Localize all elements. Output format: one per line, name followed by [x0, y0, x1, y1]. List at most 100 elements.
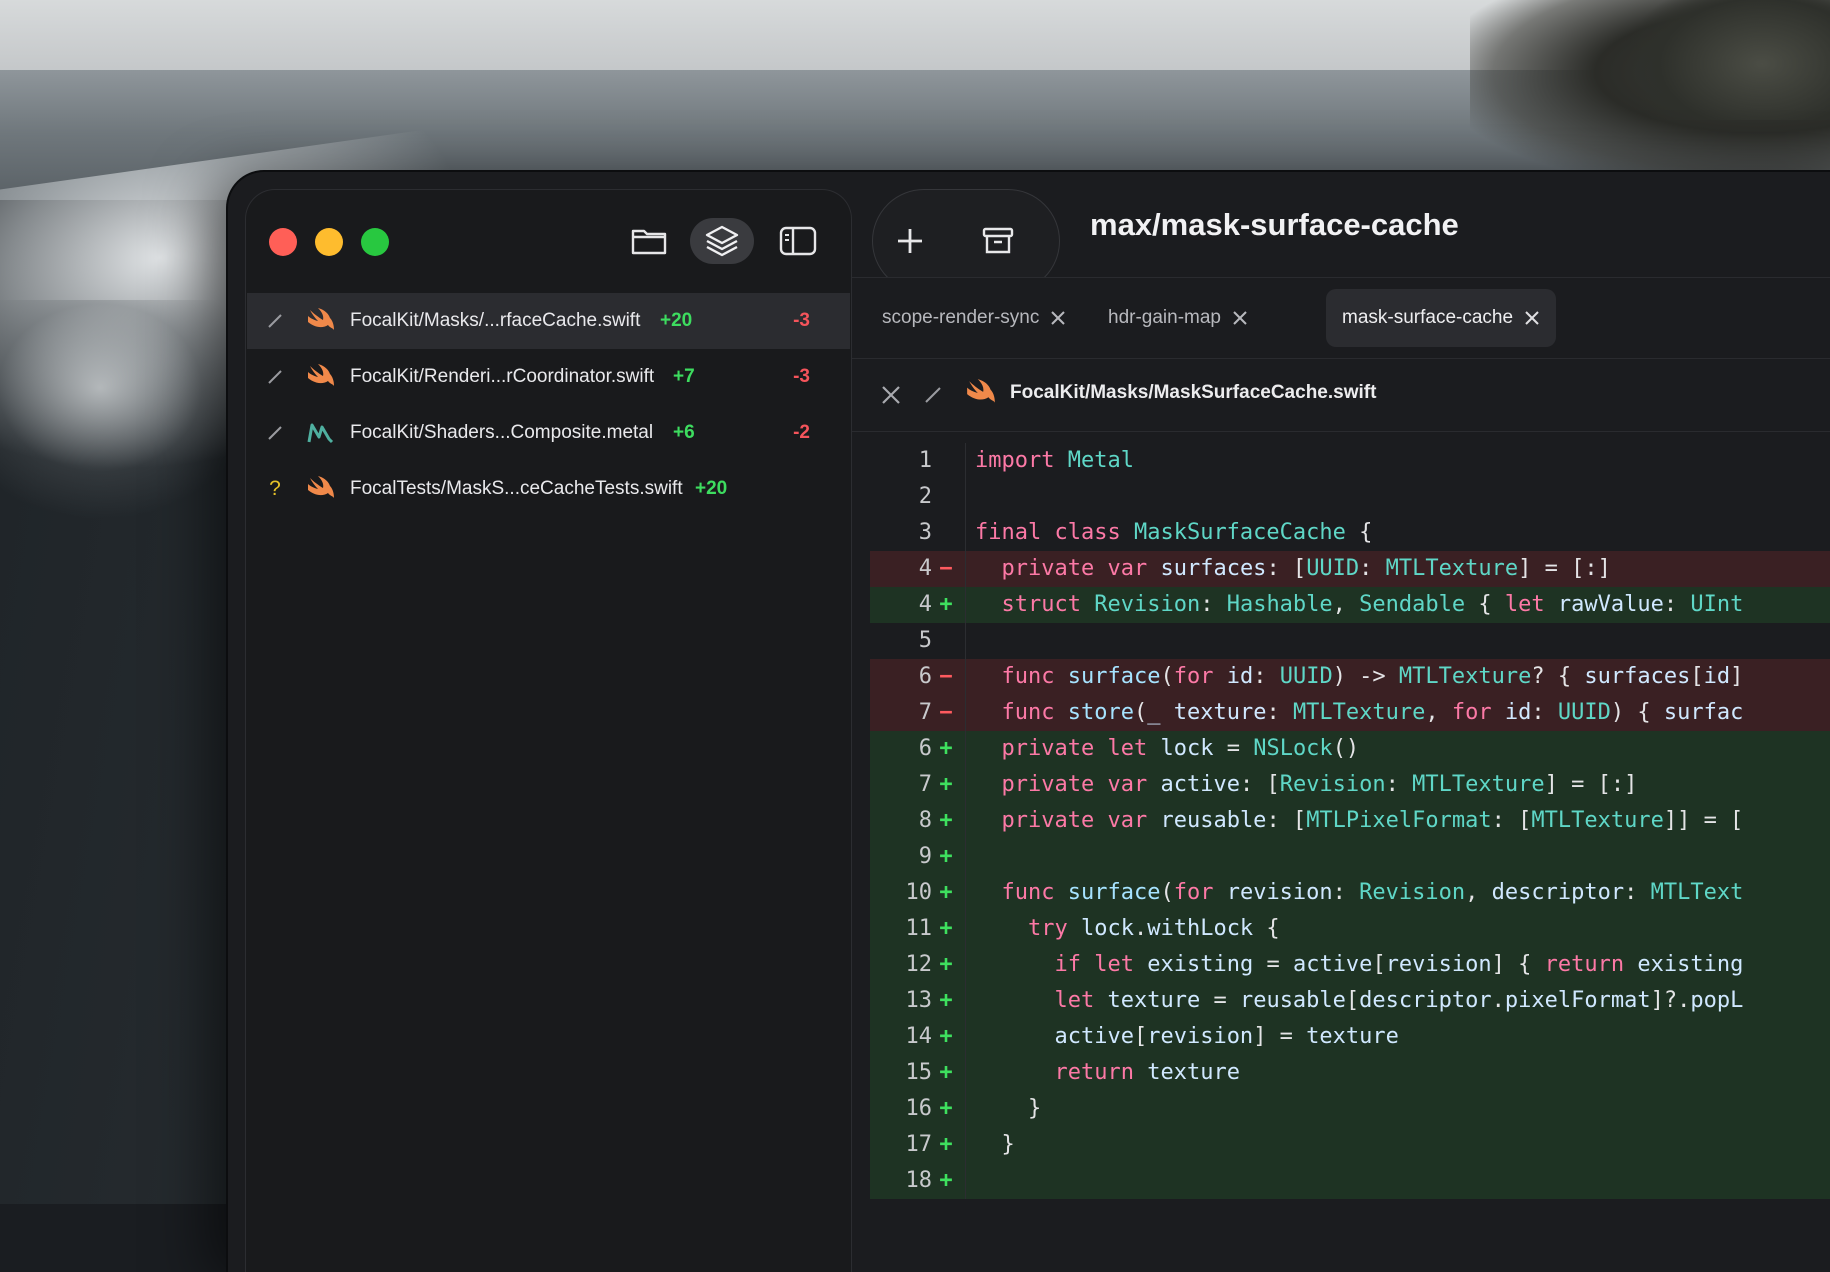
diff-line: 13 + let texture = reusable[descriptor.pi… — [870, 983, 1830, 1019]
code-text: if let existing = active[revision] { ret… — [1054, 952, 1744, 977]
gutter-divider — [965, 587, 966, 623]
swift-icon — [305, 363, 337, 391]
line-number: 13 — [905, 988, 933, 1013]
close-window-button[interactable] — [269, 228, 297, 256]
gutter-divider — [965, 911, 966, 947]
gutter-divider — [965, 1019, 966, 1055]
added-marker: + — [939, 1024, 953, 1049]
line-number: 10 — [905, 880, 933, 905]
file-row[interactable]: FocalKit/Shaders...Composite.metal +6 -2 — [247, 405, 850, 461]
gutter-divider — [965, 659, 966, 695]
diff-line: 14 + active[revision] = texture — [870, 1019, 1830, 1055]
diff-line: 8 + private var reusable: [MTLPixelFormat… — [870, 803, 1830, 839]
pencil-icon — [922, 384, 944, 406]
layers-icon[interactable] — [690, 218, 754, 264]
gutter-divider — [965, 767, 966, 803]
code-text: func surface(for revision: Revision, des… — [1001, 880, 1744, 905]
line-number: 6 — [918, 664, 932, 689]
line-number: 6 — [918, 736, 932, 761]
close-icon[interactable] — [1524, 310, 1540, 326]
lines-removed: -3 — [793, 366, 810, 387]
tab-label: hdr-gain-map — [1108, 307, 1221, 328]
pencil-icon — [265, 311, 285, 331]
gutter-divider — [965, 875, 966, 911]
wallpaper-surf-lower — [0, 300, 260, 520]
file-path: FocalKit/Masks/MaskSurfaceCache.swift — [1010, 382, 1377, 403]
line-number: 7 — [918, 700, 932, 725]
diff-line: 6 + private let lock = NSLock() — [870, 731, 1830, 767]
tab-mask-surface-cache[interactable]: mask-surface-cache — [1326, 289, 1557, 347]
gutter-divider — [965, 479, 966, 515]
swift-icon — [965, 379, 997, 409]
gutter-divider — [965, 1055, 966, 1091]
diff-line: 18 + — [870, 1163, 1830, 1199]
line-number: 15 — [905, 1060, 933, 1085]
changed-files-list: FocalKit/Masks/...rfaceCache.swift +20 -… — [247, 293, 850, 517]
added-marker: + — [939, 1168, 953, 1193]
folder-icon[interactable] — [624, 216, 674, 266]
gutter-divider — [965, 443, 966, 479]
diff-line: 10 + func surface(for revision: Revision,… — [870, 875, 1830, 911]
added-marker: + — [939, 1060, 953, 1085]
file-header: FocalKit/Masks/MaskSurfaceCache.swift — [852, 359, 1830, 432]
lines-added: +6 — [673, 422, 695, 443]
zoom-window-button[interactable] — [361, 228, 389, 256]
branch-title: max/mask-surface-cache — [1090, 207, 1459, 242]
file-name: FocalTests/MaskS...ceCacheTests.swift — [350, 478, 683, 499]
tab-label: scope-render-sync — [882, 307, 1040, 328]
app-window: FocalKit/Masks/...rfaceCache.swift +20 -… — [228, 172, 1830, 1272]
added-marker: + — [939, 592, 953, 617]
pencil-icon — [265, 367, 285, 387]
code-text: private var reusable: [MTLPixelFormat: [… — [1001, 808, 1744, 833]
code-text: return texture — [1054, 1060, 1240, 1085]
removed-marker: − — [939, 556, 953, 581]
added-marker: + — [939, 916, 953, 941]
diff-line: 17 + } — [870, 1127, 1830, 1163]
diff-code-view[interactable]: 1 import Metal 2 3 final class MaskSurfaceCa… — [870, 443, 1830, 1199]
line-number: 9 — [918, 844, 932, 869]
sidebar-toggle-icon[interactable] — [773, 216, 823, 266]
close-icon[interactable] — [1232, 310, 1248, 326]
added-marker: + — [939, 808, 953, 833]
line-number: 17 — [905, 1132, 933, 1157]
diff-line: 1 import Metal — [870, 443, 1830, 479]
line-number: 11 — [905, 916, 933, 941]
added-marker: + — [939, 1132, 953, 1157]
line-number: 2 — [918, 484, 932, 509]
code-text: func surface(for id: UUID) -> MTLTexture… — [1001, 664, 1744, 689]
gutter-divider — [965, 803, 966, 839]
minimize-window-button[interactable] — [315, 228, 343, 256]
diff-line: 12 + if let existing = active[revision] {… — [870, 947, 1830, 983]
diff-line: 9 + — [870, 839, 1830, 875]
added-marker: + — [939, 736, 953, 761]
tab-hdr-gain-map[interactable]: hdr-gain-map — [1108, 289, 1248, 347]
close-icon[interactable] — [880, 384, 902, 406]
line-number: 18 — [905, 1168, 933, 1193]
gutter-divider — [965, 839, 966, 875]
gutter-divider — [965, 1163, 966, 1199]
swift-icon — [305, 475, 337, 503]
code-text: import Metal — [975, 448, 1134, 473]
code-text: private var surfaces: [UUID: MTLTexture]… — [1001, 556, 1611, 581]
tab-scope-render-sync[interactable]: scope-render-sync — [882, 289, 1066, 347]
gutter-divider — [965, 983, 966, 1019]
line-number: 4 — [918, 556, 932, 581]
plus-icon[interactable] — [885, 216, 935, 266]
line-number: 8 — [918, 808, 932, 833]
added-marker: + — [939, 880, 953, 905]
diff-line: 4− private var surfaces: [UUID: MTLTextu… — [870, 551, 1830, 587]
line-number: 7 — [918, 772, 932, 797]
file-row[interactable]: ? FocalTests/MaskS...ceCacheTests.swift … — [247, 461, 850, 517]
removed-marker: − — [939, 700, 953, 725]
file-row[interactable]: FocalKit/Renderi...rCoordinator.swift +7… — [247, 349, 850, 405]
lines-added: +20 — [660, 310, 693, 331]
close-icon[interactable] — [1050, 310, 1066, 326]
line-number: 16 — [905, 1096, 933, 1121]
untracked-status-icon: ? — [269, 477, 281, 500]
file-row[interactable]: FocalKit/Masks/...rfaceCache.swift +20 -… — [247, 293, 850, 349]
added-marker: + — [939, 988, 953, 1013]
gutter-divider — [965, 551, 966, 587]
gutter-divider — [965, 1127, 966, 1163]
removed-marker: − — [939, 664, 953, 689]
archive-icon[interactable] — [973, 216, 1023, 266]
